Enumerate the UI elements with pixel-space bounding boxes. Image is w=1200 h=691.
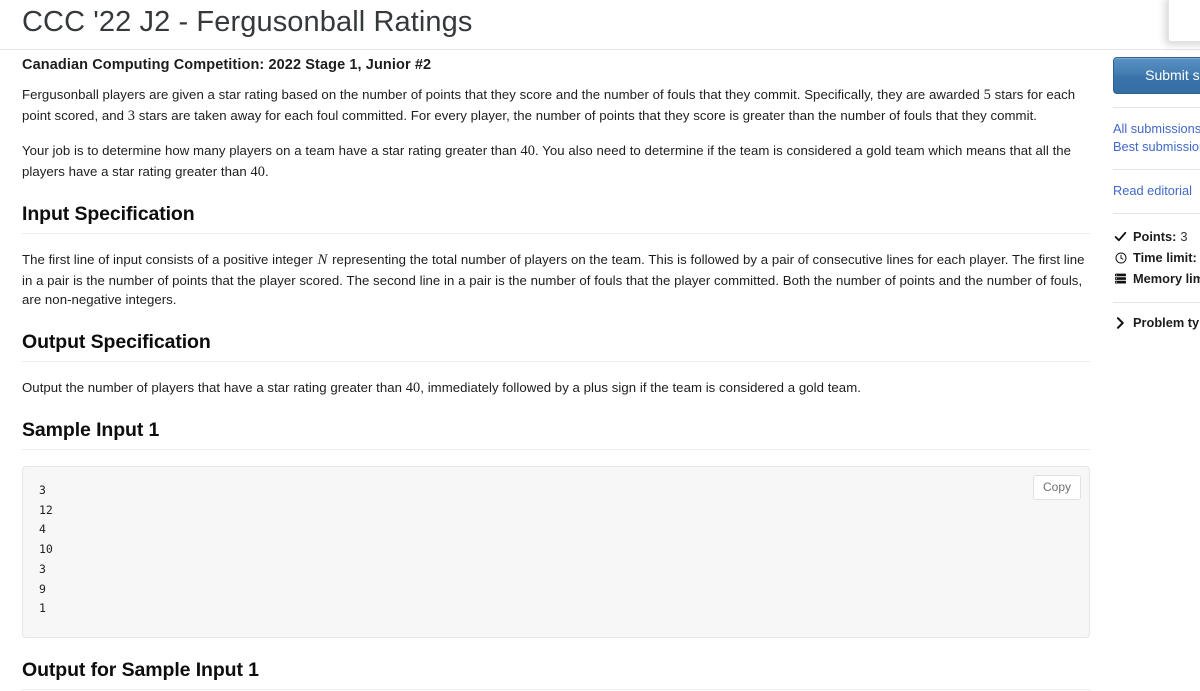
check-icon [1113,230,1128,243]
server-icon [1113,272,1128,285]
paragraph-2-text-a: Your job is to determine how many player… [22,143,521,158]
problem-subtitle: Canadian Computing Competition: 2022 Sta… [22,57,432,73]
problem-paragraph-1: Fergusonball players are given a star ra… [22,85,1090,126]
read-editorial-link[interactable]: Read editorial [1113,182,1200,200]
all-submissions-link[interactable]: All submissions [1113,120,1200,138]
sample-input-block: 3 12 4 10 3 9 1 Copy [22,466,1090,638]
input-specification-heading: Input Specification [22,203,1090,234]
points-row: Points: 3 [1113,226,1200,247]
problem-paragraph-2: Your job is to determine how many player… [22,141,1090,182]
stars-per-point-value: 5 [983,87,991,103]
page-title: CCC '22 J2 - Fergusonball Ratings [22,6,473,38]
clock-icon [1113,251,1128,264]
problem-sidebar: Submit solution All submissions Best sub… [1113,57,1200,330]
chevron-right-icon [1113,316,1128,329]
sidebar-divider-1 [1113,107,1200,108]
copy-button[interactable]: Copy [1032,475,1081,500]
floating-popup-panel [1168,0,1200,42]
sidebar-divider-2 [1113,169,1200,170]
output-specification-heading: Output Specification [22,331,1090,362]
output-specification-text: Output the number of players that have a… [22,378,1090,399]
input-specification-text: The first line of input consists of a po… [22,250,1090,310]
time-limit-label: Time limit: [1133,250,1197,265]
gold-threshold-value: 40 [250,163,266,180]
problem-types-toggle[interactable]: Problem types [1113,315,1200,330]
paragraph-2-text-c: . [265,163,269,179]
memory-limit-row: Memory limit: 256M [1113,268,1200,289]
problem-types-label: Problem types [1133,315,1200,330]
sample-input-heading: Sample Input 1 [22,419,1090,450]
output-threshold-value: 40 [405,379,421,396]
problem-page: CCC '22 J2 - Fergusonball Ratings Canadi… [0,0,1200,691]
best-submissions-link[interactable]: Best submissions [1113,138,1200,156]
output-spec-text-b: , immediately followed by a plus sign if… [420,379,861,395]
time-limit-row: Time limit: 1.0s [1113,247,1200,268]
paragraph-1-text-c: stars are taken away for each foul commi… [135,107,1037,123]
points-label: Points: [1133,229,1177,244]
stars-per-foul-value: 3 [127,107,135,124]
input-spec-text-a: The first line of input consists of a po… [22,252,317,267]
paragraph-1-text-a: Fergusonball players are given a star ra… [22,87,984,102]
variable-n: N [317,252,328,268]
points-value: 3 [1180,229,1188,244]
rating-threshold-value: 40 [520,143,536,159]
sidebar-divider-3 [1113,213,1200,214]
memory-limit-label: Memory limit: [1133,271,1200,286]
submit-solution-button[interactable]: Submit solution [1113,57,1200,94]
output-spec-text-a: Output the number of players that have a… [22,379,406,395]
sidebar-divider-4 [1113,302,1200,303]
problem-content: Canadian Computing Competition: 2022 Sta… [22,57,1090,690]
sample-output-heading: Output for Sample Input 1 [22,659,1090,690]
sample-input-code[interactable]: 3 12 4 10 3 9 1 [22,466,1090,638]
title-divider [0,49,1200,50]
